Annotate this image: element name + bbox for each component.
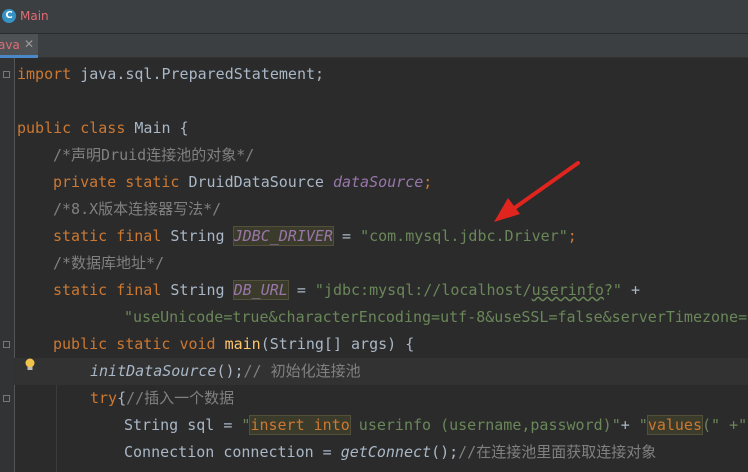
punctuation: ; bbox=[567, 227, 577, 245]
code-line[interactable]: private static DruidDataSource dataSourc… bbox=[53, 169, 432, 196]
sql-text: (" +" bbox=[702, 416, 748, 434]
comment: /*声明Druid连接池的对象*/ bbox=[53, 146, 255, 164]
keyword: public bbox=[53, 335, 108, 353]
sql-keyword: values bbox=[646, 415, 704, 435]
operator: = bbox=[332, 227, 361, 245]
punctuation: (); bbox=[216, 362, 244, 380]
code-comment[interactable]: /*声明Druid连接池的对象*/ bbox=[53, 142, 254, 169]
type-name: String bbox=[161, 227, 234, 245]
comment: // 初始化连接池 bbox=[243, 362, 361, 380]
editor-tab-bar: ava ✕ bbox=[0, 34, 748, 58]
constant-name: JDBC_DRIVER bbox=[232, 226, 334, 246]
editor-tab-main[interactable]: ava ✕ bbox=[0, 34, 38, 58]
code-comment[interactable]: /*8.X版本连接器写法*/ bbox=[53, 196, 221, 223]
punctuation: { bbox=[117, 389, 127, 407]
type-name: DruidDataSource bbox=[179, 173, 333, 191]
keyword: class bbox=[80, 119, 126, 137]
code-line[interactable]: static final String JDBC_DRIVER = "com.m… bbox=[53, 223, 577, 250]
lightbulb-icon[interactable] bbox=[24, 358, 36, 372]
comment: /*数据库地址*/ bbox=[53, 254, 165, 272]
code-line[interactable]: Connection connection = getConnect();//在… bbox=[124, 439, 656, 466]
code-line[interactable]: String sql = " insert into userinfo (user… bbox=[124, 412, 747, 439]
code-line[interactable]: static final String DB_URL = "jdbc:mysql… bbox=[53, 277, 640, 304]
fold-icon[interactable] bbox=[3, 71, 10, 78]
current-code-line[interactable]: initDataSource();// 初始化连接池 bbox=[14, 358, 748, 385]
keyword: static bbox=[53, 227, 108, 245]
keyword: public bbox=[17, 119, 72, 137]
declaration: String sql = bbox=[124, 416, 242, 434]
method-name: main bbox=[224, 335, 261, 353]
parameters: (String[] args) { bbox=[260, 335, 415, 353]
code-line[interactable]: "useUnicode=true&characterEncoding=utf-8… bbox=[124, 304, 748, 331]
comment: /*8.X版本连接器写法*/ bbox=[53, 200, 222, 218]
constant-name: DB_URL bbox=[232, 280, 289, 300]
string-literal-typo: userinfo bbox=[531, 281, 604, 299]
punctuation: (); bbox=[431, 443, 459, 461]
class-name: Main { bbox=[125, 119, 189, 137]
code-comment[interactable]: /*数据库地址*/ bbox=[53, 250, 164, 277]
keyword: try bbox=[90, 389, 118, 407]
fold-icon[interactable] bbox=[3, 341, 10, 348]
keyword: final bbox=[116, 227, 162, 245]
tab-label[interactable]: ava bbox=[0, 38, 20, 52]
code-line[interactable]: public static void main(String[] args) { bbox=[53, 331, 414, 358]
field-name: dataSource bbox=[332, 173, 424, 191]
method-call: initDataSource bbox=[90, 362, 217, 380]
close-icon[interactable]: ✕ bbox=[24, 37, 34, 51]
keyword: private bbox=[53, 173, 117, 191]
string-literal: ?" bbox=[603, 281, 622, 299]
code-editor[interactable]: import java.sql.PreparedStatement; publi… bbox=[0, 58, 748, 472]
keyword: static bbox=[53, 281, 108, 299]
operator: + bbox=[621, 281, 641, 299]
breadcrumb-main[interactable]: Main bbox=[20, 9, 49, 23]
fold-icon[interactable] bbox=[3, 395, 10, 402]
code-line[interactable]: public class Main { bbox=[17, 115, 189, 142]
comment: //插入一个数据 bbox=[126, 389, 235, 407]
comment: //在连接池里面获取连接对象 bbox=[458, 443, 657, 461]
navigation-bar: C Main bbox=[0, 0, 748, 34]
class-icon[interactable]: C bbox=[2, 9, 16, 23]
code-line[interactable]: import java.sql.PreparedStatement; bbox=[17, 61, 324, 88]
declaration: Connection connection = bbox=[124, 443, 341, 461]
keyword: static bbox=[125, 173, 180, 191]
operator: + bbox=[620, 416, 639, 434]
keyword: import bbox=[17, 65, 72, 83]
sql-keyword: insert into bbox=[249, 415, 351, 435]
string-literal: "com.mysql.jdbc.Driver" bbox=[360, 227, 568, 245]
keyword: void bbox=[179, 335, 216, 353]
type-name: String bbox=[161, 281, 234, 299]
string-literal: "jdbc:mysql://localhost/ bbox=[314, 281, 532, 299]
string-quote: " bbox=[638, 416, 648, 434]
sql-text: userinfo (username,password) bbox=[349, 416, 612, 434]
punctuation: ; bbox=[423, 173, 433, 191]
keyword: final bbox=[116, 281, 162, 299]
keyword: static bbox=[116, 335, 171, 353]
import-path: java.sql.PreparedStatement; bbox=[71, 65, 325, 83]
code-line[interactable]: try{//插入一个数据 bbox=[90, 385, 234, 412]
string-literal: "useUnicode=true&characterEncoding=utf-8… bbox=[124, 308, 748, 326]
operator: = bbox=[287, 281, 315, 299]
editor-gutter[interactable] bbox=[0, 58, 15, 472]
string-quote: " bbox=[611, 416, 621, 434]
method-call: getConnect bbox=[340, 443, 432, 461]
